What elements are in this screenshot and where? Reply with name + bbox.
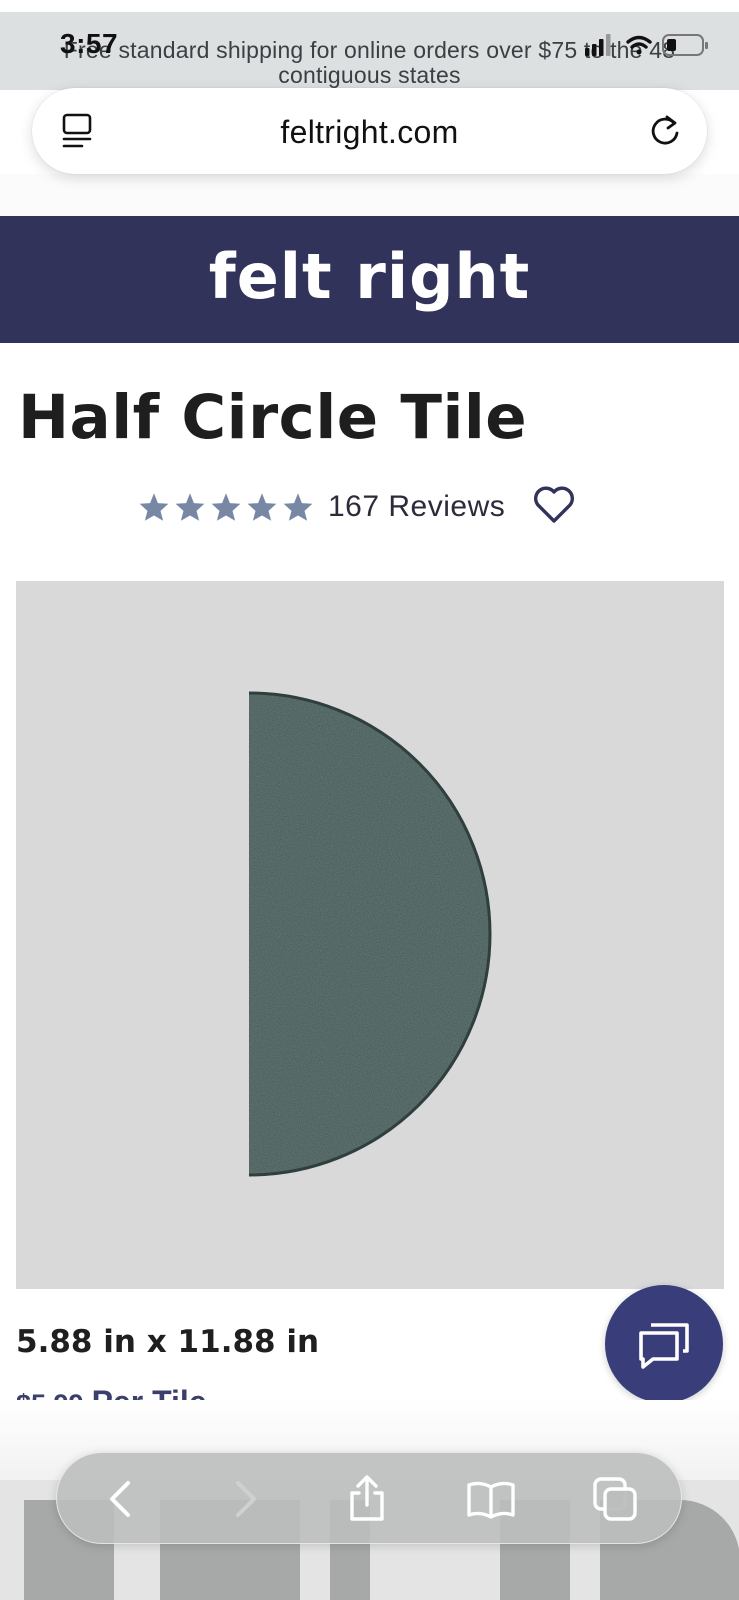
status-time: 3:57: [60, 28, 119, 59]
reviews-link[interactable]: 167 Reviews: [328, 490, 505, 524]
bookmarks-icon: [467, 1481, 515, 1519]
site-header-behind: [0, 174, 739, 216]
bookmarks-button[interactable]: [465, 1473, 517, 1525]
share-button[interactable]: [341, 1473, 393, 1525]
star-icon: [211, 493, 241, 521]
tabs-button[interactable]: [589, 1473, 641, 1525]
share-icon: [350, 1475, 384, 1521]
product-image[interactable]: [16, 581, 724, 1289]
forward-icon: [236, 1481, 256, 1517]
wifi-icon: [626, 35, 652, 55]
star-rating[interactable]: [138, 492, 314, 522]
signal-icon: [585, 34, 611, 56]
url-text[interactable]: feltright.com: [32, 114, 707, 151]
tabs-icon: [593, 1477, 637, 1521]
chat-button[interactable]: [605, 1285, 723, 1403]
star-icon: [175, 493, 205, 521]
star-icon: [139, 493, 169, 521]
rating-row[interactable]: 167 Reviews: [138, 486, 575, 528]
chat-icon: [639, 1323, 689, 1369]
brand-banner[interactable]: felt right: [0, 216, 739, 343]
back-button[interactable]: [95, 1473, 147, 1525]
heart-icon[interactable]: [533, 486, 575, 529]
reload-icon[interactable]: [645, 111, 685, 156]
star-icon: [283, 493, 313, 521]
forward-button[interactable]: [219, 1473, 271, 1525]
product-title: Half Circle Tile: [18, 382, 528, 453]
brand-logo[interactable]: felt right: [209, 240, 530, 313]
back-icon: [110, 1481, 130, 1517]
star-icon: [247, 493, 277, 521]
product-size: 5.88 in x 11.88 in: [16, 1324, 320, 1360]
status-icons: [583, 32, 709, 58]
browser-toolbar: [56, 1452, 682, 1544]
battery-icon: [662, 34, 708, 56]
half-circle-tile: [249, 693, 490, 1175]
address-bar[interactable]: feltright.com: [32, 88, 707, 174]
